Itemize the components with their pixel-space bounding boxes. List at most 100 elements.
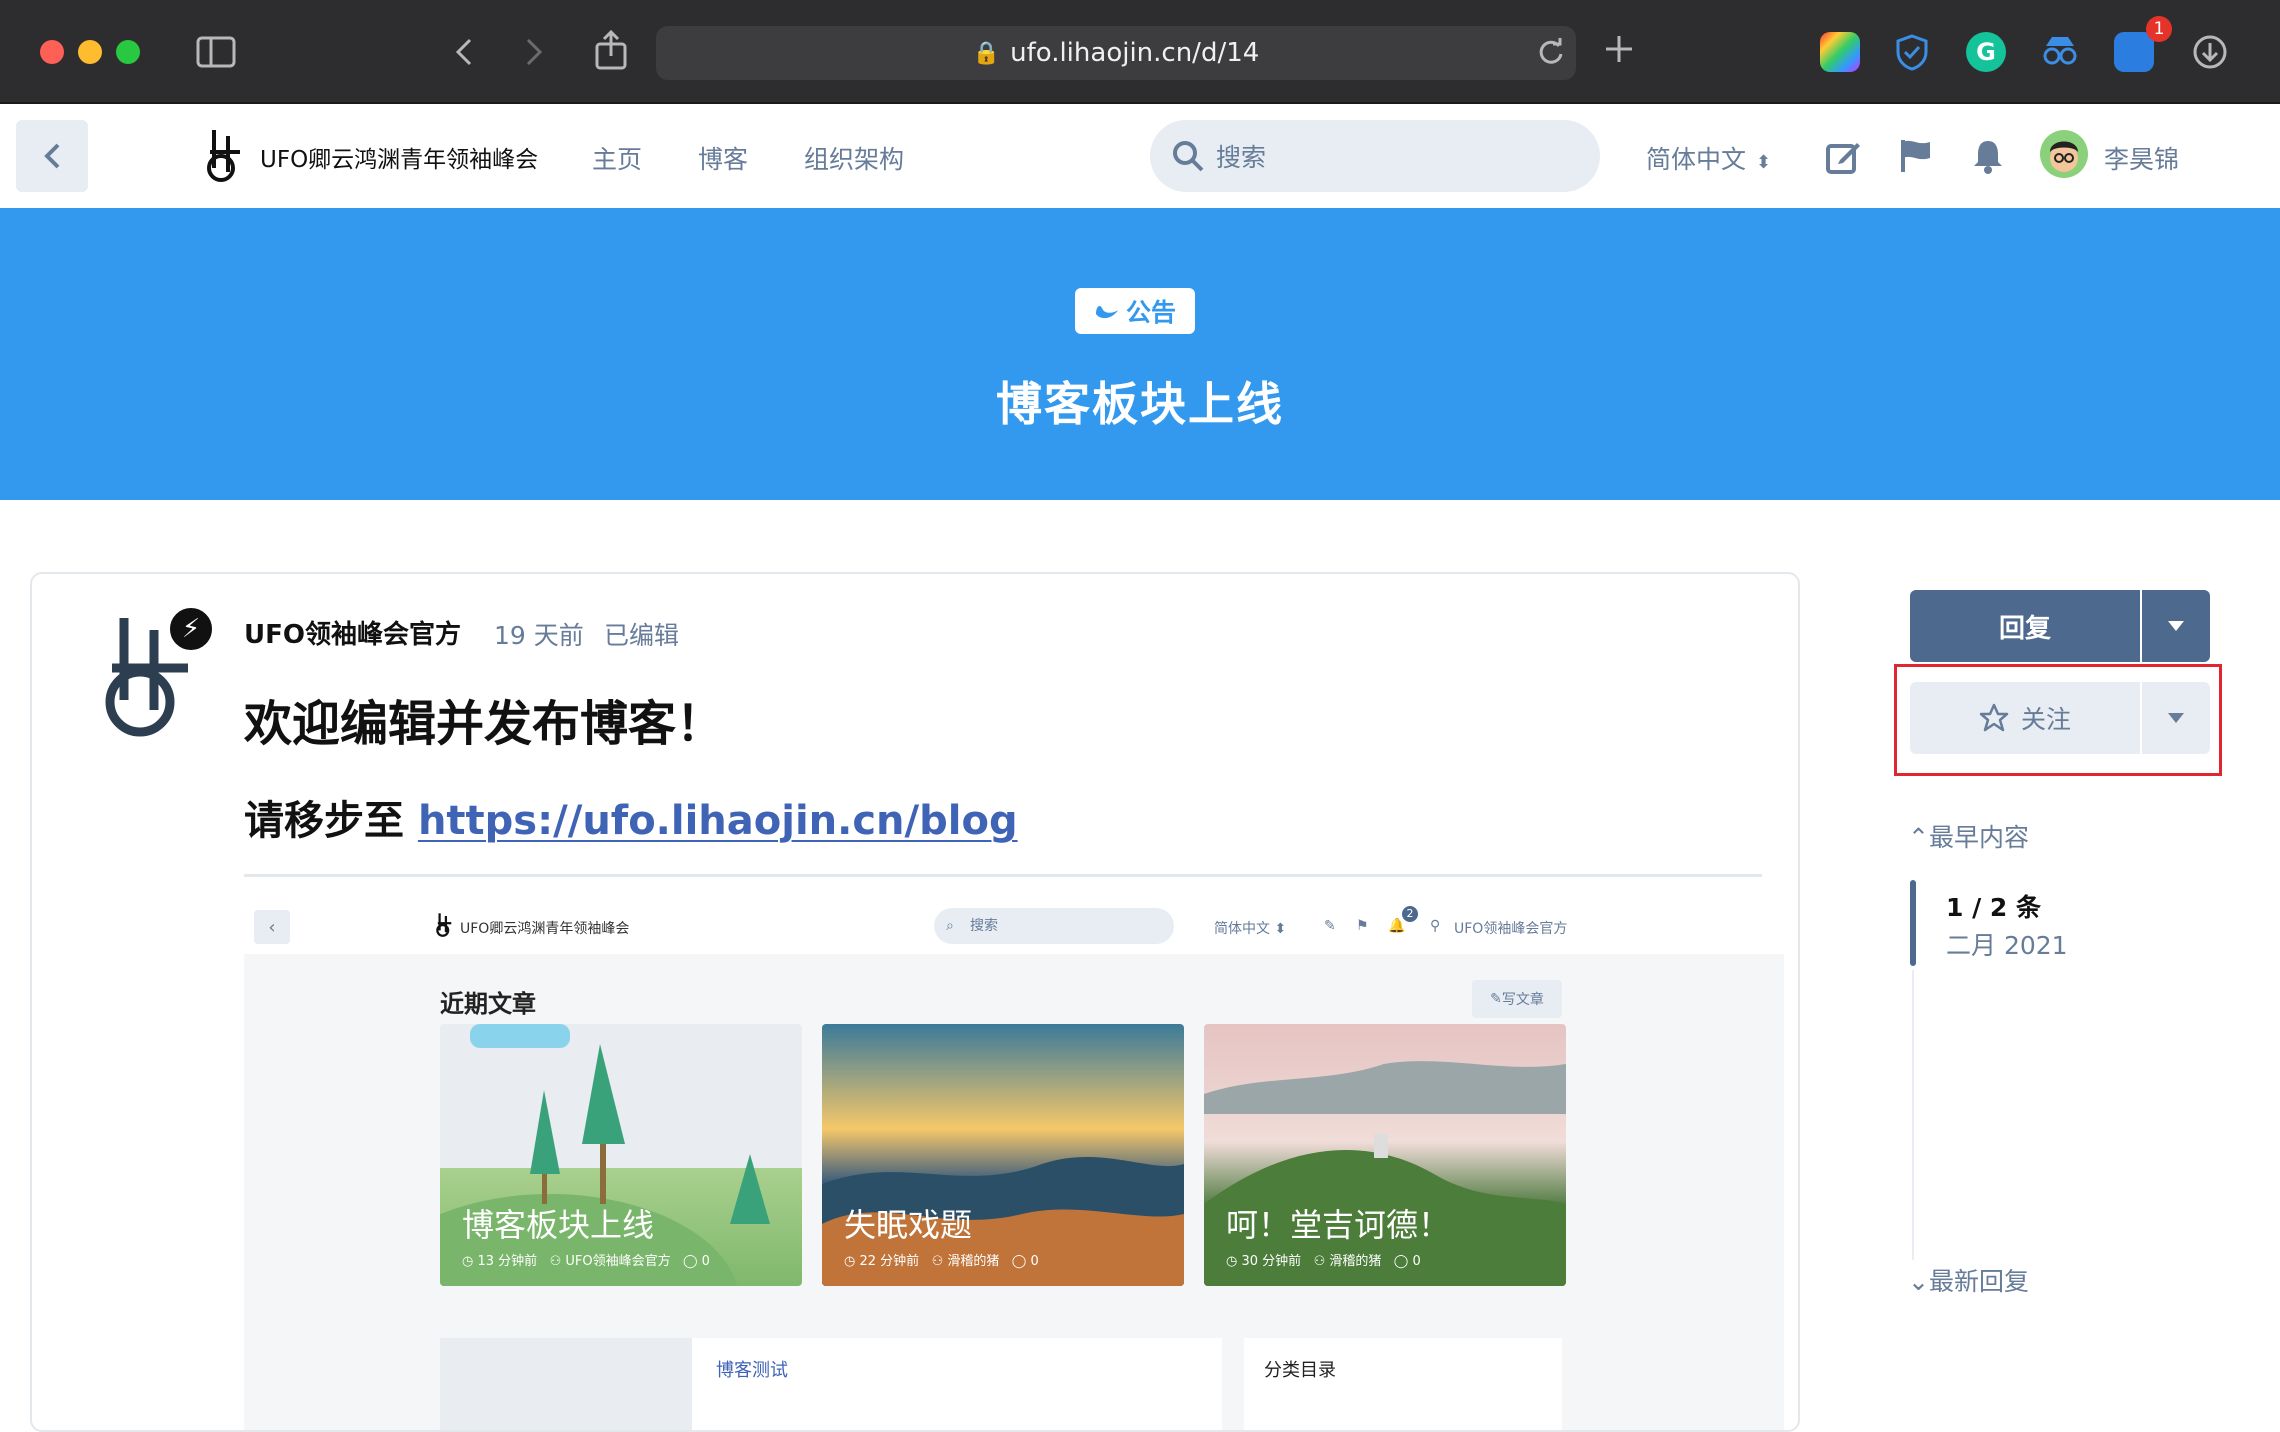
embedded-card-title: 失眠戏题 [844,1206,973,1244]
user-name[interactable]: 李昊锦 [2104,140,2179,176]
scrubber-first-link[interactable]: ⌃最早内容 [1908,818,2029,854]
embedded-category-box: 分类目录 [1244,1338,1562,1430]
earliest-label: 最早内容 [1928,823,2029,852]
embedded-site-name: UFO卿云鸿渊青年领袖峰会 [460,921,630,937]
card-author: 滑稽的猪 [1329,1254,1382,1269]
close-window-button[interactable] [40,40,64,64]
embedded-card-meta: ◷ 13 分钟前 ⚇ UFO领袖峰会官方 ◯ 0 [462,1254,710,1269]
post-card: ⚡ UFO领袖峰会官方 19 天前 已编辑 欢迎编辑并发布博客！ 请移步至 ht… [30,572,1800,1432]
embedded-screenshot: ‹ UFO卿云鸿渊青年领袖峰会 ⌕ 搜索 简体中文 ⬍ ✎ ⚑ 🔔 2 ⚲ UF… [244,898,1784,1430]
scrubber-last-link[interactable]: ⌄最新回复 [1908,1262,2029,1298]
scrubber-track[interactable] [1912,970,1914,1260]
reply-button[interactable]: 回复 [1910,590,2140,662]
lock-icon: 🔒 [972,40,1001,66]
embedded-card: 失眠戏题 ◷ 22 分钟前 ⚇ 滑稽的猪 ◯ 0 [822,1024,1184,1286]
embedded-category-title: 分类目录 [1264,1360,1336,1381]
embedded-language-label: 简体中文 [1214,921,1270,937]
back-button[interactable] [16,120,88,192]
site-logo-icon[interactable] [206,128,246,184]
embedded-card-meta: ◷ 22 分钟前 ⚇ 滑稽的猪 ◯ 0 [844,1254,1039,1269]
embedded-lower-title: 博客测试 [716,1360,788,1381]
compose-icon[interactable] [1826,138,1862,174]
embedded-bell-icon: 🔔 [1388,918,1406,934]
tree-illustration [440,1024,770,1286]
extension-color-icon[interactable] [1820,32,1860,72]
bell-icon[interactable] [1970,138,2006,174]
embedded-flag-icon: ⚑ [1356,918,1369,934]
nav-link-home[interactable]: 主页 [592,140,642,176]
embedded-back-icon: ‹ [254,910,290,944]
card-comments: 0 [1412,1254,1421,1269]
grammarly-icon[interactable]: G [1966,32,2006,72]
scrubber-count: 1 / 2 条 [1946,893,2042,922]
search-placeholder: 搜索 [1216,143,1267,172]
hill-illustration [1204,1061,1566,1286]
card-comments: 0 [1030,1254,1039,1269]
sidebar-toggle-icon[interactable] [196,36,236,68]
embedded-user-name: UFO领袖峰会官方 [1454,921,1568,937]
embedded-write-label: 写文章 [1501,992,1544,1008]
language-selector[interactable]: 简体中文 ⬍ [1646,140,1771,176]
card-time: 22 分钟前 [859,1254,920,1269]
tag-label: 公告 [1125,298,1176,327]
post-line-prefix: 请移步至 [244,798,418,844]
back-arrow-icon[interactable] [452,36,476,68]
embedded-card: 博客板块上线 ◷ 13 分钟前 ⚇ UFO领袖峰会官方 ◯ 0 [440,1024,802,1286]
site-name[interactable]: UFO卿云鸿渊青年领袖峰会 [260,140,538,174]
chevron-left-icon [44,143,60,169]
embedded-write-button: ✎ 写文章 [1472,980,1562,1018]
language-label: 简体中文 [1646,145,1747,174]
post-time[interactable]: 19 天前 [494,616,584,652]
address-bar[interactable]: 🔒 ufo.lihaojin.cn/d/14 [656,26,1576,80]
divider [244,874,1762,877]
embedded-search-placeholder: 搜索 [970,918,998,934]
card-comments: 0 [701,1254,710,1269]
reader-extension-icon[interactable] [2114,32,2154,72]
caret-down-icon [2168,621,2184,631]
embedded-lower-card: 博客测试 [440,1338,1222,1430]
embedded-header: ‹ UFO卿云鸿渊青年领袖峰会 ⌕ 搜索 简体中文 ⬍ ✎ ⚑ 🔔 2 ⚲ UF… [244,898,1784,954]
user-avatar[interactable] [2040,130,2088,178]
download-icon[interactable] [2190,32,2230,72]
post-author[interactable]: UFO领袖峰会官方 [244,614,461,651]
blog-link[interactable]: https://ufo.lihaojin.cn/blog [418,798,1018,844]
zoom-window-button[interactable] [116,40,140,64]
sort-arrows-icon: ⬍ [1756,152,1772,173]
post-edited[interactable]: 已编辑 [604,616,679,652]
extension-badge: 1 [2146,16,2172,42]
embedded-card-title: 博客板块上线 [462,1206,655,1244]
post-line: 请移步至 https://ufo.lihaojin.cn/blog [244,788,1018,846]
embedded-search: ⌕ 搜索 [934,908,1174,944]
shield-extension-icon[interactable] [1892,32,1932,72]
nav-link-organization[interactable]: 组织架构 [804,140,904,176]
reload-icon[interactable] [1538,38,1564,66]
discussion-hero: 公告 博客板块上线 [0,208,2280,500]
nav-link-blog[interactable]: 博客 [698,140,748,176]
embedded-search-icon: ⌕ [946,918,954,934]
card-time: 30 分钟前 [1241,1254,1302,1269]
double-chevron-down-icon: ⌄ [1908,1267,1929,1296]
scrubber-handle[interactable] [1910,880,1916,966]
embedded-language: 简体中文 ⬍ [1214,921,1287,937]
card-time: 13 分钟前 [477,1254,538,1269]
highlight-box [1894,664,2222,776]
embedded-card: 呵！堂吉诃德！ ◷ 30 分钟前 ⚇ 滑稽的猪 ◯ 0 [1204,1024,1566,1286]
minimize-window-button[interactable] [78,40,102,64]
new-tab-icon[interactable] [1604,34,1634,64]
embedded-lower-thumb [440,1338,692,1430]
flag-icon[interactable] [1898,138,1934,174]
share-icon[interactable] [594,30,628,70]
search-icon [1173,141,1204,172]
embedded-card-meta: ◷ 30 分钟前 ⚇ 滑稽的猪 ◯ 0 [1226,1254,1421,1269]
reply-dropdown-button[interactable] [2142,590,2210,662]
card-author: 滑稽的猪 [947,1254,1000,1269]
url-text: ufo.lihaojin.cn/d/14 [1010,38,1260,68]
embedded-card-title: 呵！堂吉诃德！ [1226,1206,1451,1244]
tag-announcement[interactable]: 公告 [1075,288,1195,334]
card-author: UFO领袖峰会官方 [565,1254,671,1269]
spy-extension-icon[interactable] [2040,32,2080,72]
forward-arrow-icon[interactable] [522,36,546,68]
search-input[interactable]: 搜索 [1150,120,1600,192]
scrubber-date: 二月 2021 [1946,931,2068,960]
browser-chrome: 🔒 ufo.lihaojin.cn/d/14 G 1 [0,0,2280,104]
